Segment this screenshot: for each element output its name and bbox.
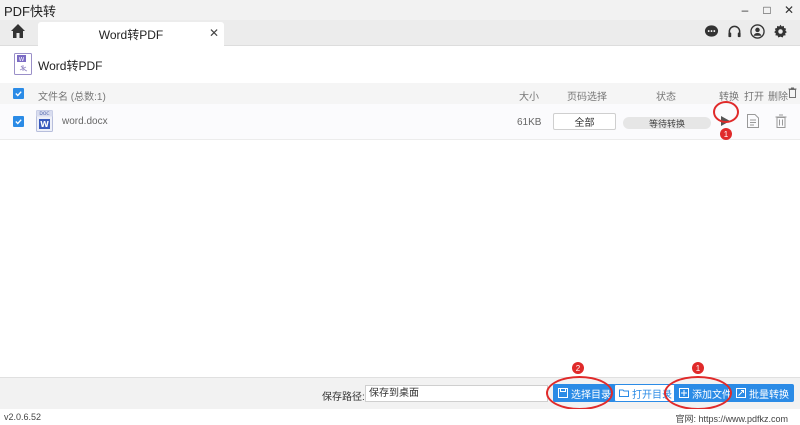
col-page-select: 页码选择 [567, 92, 607, 103]
maximize-button[interactable]: □ [756, 0, 778, 20]
tab-close-icon[interactable]: ✕ [209, 26, 219, 40]
batch-convert-label: 批量转换 [749, 389, 789, 401]
chat-icon[interactable] [703, 23, 719, 39]
save-path-input[interactable]: 保存到桌面 [365, 385, 548, 402]
annotation-marker-choose-dir: 2 [572, 362, 584, 374]
batch-convert-button[interactable]: 批量转换 [731, 384, 794, 402]
tab-bar: Word转PDF ✕ [0, 20, 800, 46]
folder-icon [619, 389, 629, 397]
delete-all-icon[interactable] [788, 87, 797, 101]
row-size: 61KB [517, 117, 542, 128]
title-bar: PDF快转 – □ ✕ [0, 0, 800, 20]
gear-icon[interactable] [772, 23, 788, 39]
col-open: 打开 [744, 92, 764, 103]
annotation-marker-convert: 1 [720, 128, 732, 140]
batch-icon [736, 388, 746, 398]
app-title: PDF快转 [4, 3, 57, 19]
select-all-checkbox[interactable] [13, 88, 24, 99]
close-button[interactable]: ✕ [778, 0, 800, 20]
annotation-ring-convert [713, 101, 739, 123]
word-to-pdf-icon: W [14, 52, 32, 78]
open-file-icon[interactable] [747, 114, 759, 131]
row-filename: word.docx [62, 116, 108, 127]
headset-icon[interactable] [726, 23, 742, 39]
home-icon[interactable] [10, 23, 26, 39]
annotation-ring-choose-dir [546, 376, 613, 410]
docx-file-icon: DOC W [36, 110, 53, 135]
user-icon[interactable] [749, 23, 765, 39]
col-size: 大小 [519, 92, 539, 103]
annotation-ring-add-file [664, 376, 732, 410]
tab-word-to-pdf[interactable]: Word转PDF ✕ [38, 22, 224, 46]
website-link[interactable]: 官网: https://www.pdfkz.com [675, 412, 788, 425]
row-checkbox[interactable] [13, 116, 24, 127]
svg-text:W: W [19, 56, 25, 62]
col-filename: 文件名 (总数:1) [38, 92, 106, 103]
tab-label: Word转PDF [98, 27, 164, 42]
save-path-label: 保存路径: [322, 392, 365, 403]
table-header: 文件名 (总数:1) 大小 页码选择 状态 转换 打开 删除 [0, 83, 800, 104]
toolbar-icons [703, 23, 788, 39]
footer: v2.0.6.52 官网: https://www.pdfkz.com [0, 409, 800, 425]
docx-icon-label: W [40, 120, 49, 129]
window-controls: – □ ✕ [734, 0, 800, 20]
page-title: Word转PDF [38, 58, 103, 73]
docx-icon-top-label: DOC [39, 111, 49, 117]
col-status: 状态 [656, 92, 676, 103]
table-row[interactable]: DOC W word.docx 61KB 全部 等待转换 [0, 104, 800, 140]
delete-row-icon[interactable] [775, 114, 787, 131]
status-pill: 等待转换 [623, 117, 711, 129]
version-label: v2.0.6.52 [4, 412, 42, 422]
annotation-marker-add-file: 1 [692, 362, 704, 374]
minimize-button[interactable]: – [734, 0, 756, 20]
page-select-button[interactable]: 全部 [553, 113, 616, 130]
page-header: W Word转PDF [14, 52, 103, 78]
col-delete: 删除 [768, 92, 788, 103]
